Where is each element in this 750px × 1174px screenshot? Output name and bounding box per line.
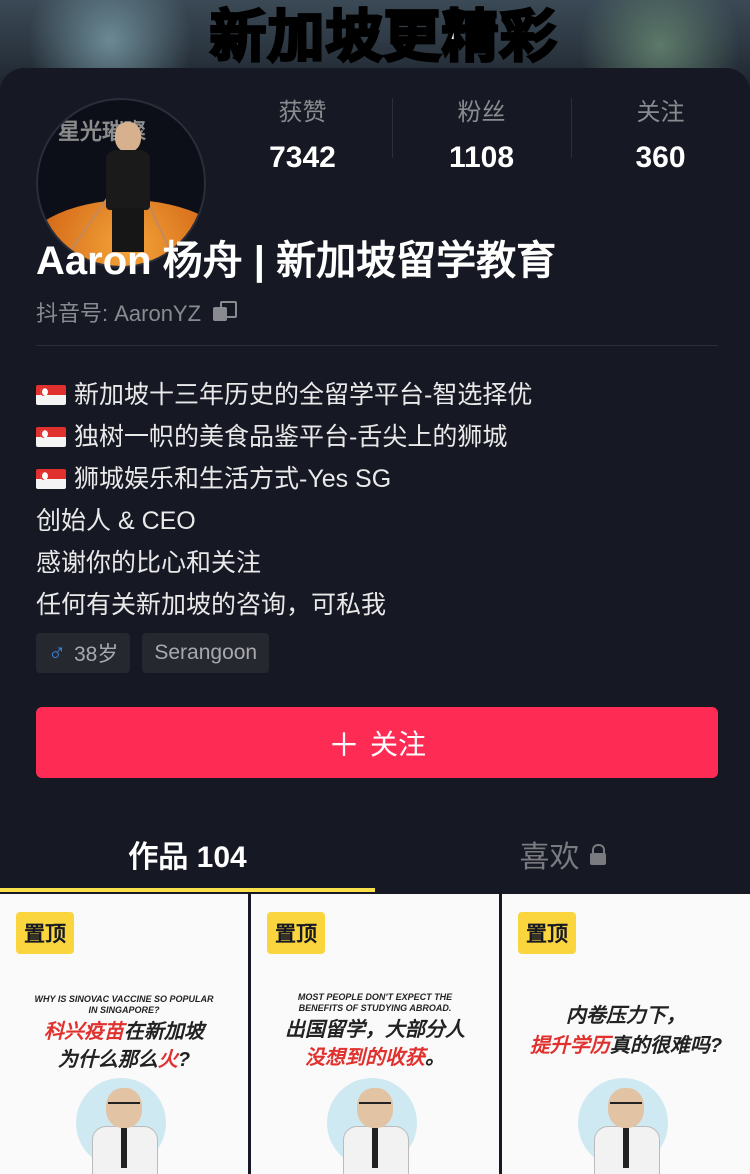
video-subtitle-en: WHY IS SINOVAC VACCINE SO POPULAR IN SIN…	[34, 994, 214, 1015]
stat-label: 粉丝	[457, 99, 506, 126]
pinned-badge: 置顶	[518, 912, 576, 954]
bio-line: 创始人 & CEO	[36, 507, 196, 535]
stat-likes[interactable]: 获赞 7342	[213, 90, 392, 190]
follow-label: 关注	[370, 728, 427, 760]
pinned-badge: 置顶	[267, 912, 325, 954]
stat-following[interactable]: 关注 360	[571, 90, 750, 190]
stat-label: 关注	[636, 99, 685, 126]
profile-bio: 新加坡十三年历史的全留学平台-智选择优 独树一帜的美食品鉴平台-舌尖上的狮城 狮…	[36, 374, 726, 626]
video-thumbnail[interactable]: 置顶 WHY IS SINOVAC VACCINE SO POPULAR IN …	[0, 894, 248, 1174]
pinned-badge: 置顶	[16, 912, 74, 954]
video-grid: 置顶 WHY IS SINOVAC VACCINE SO POPULAR IN …	[0, 894, 750, 1174]
profile-name: Aaron 杨舟 | 新加坡留学教育	[36, 239, 557, 283]
video-title-line: 提升学历真的很难吗?	[529, 1035, 723, 1057]
presenter-image	[327, 1078, 417, 1174]
singapore-flag-icon	[36, 469, 66, 489]
video-title-line: 科兴疫苗在新加坡	[44, 1021, 204, 1043]
presenter-image	[578, 1078, 668, 1174]
tab-works[interactable]: 作品 104	[0, 816, 375, 892]
bio-line: 独树一帜的美食品鉴平台-舌尖上的狮城	[36, 416, 726, 458]
handle-text: 抖音号: AaronYZ	[36, 301, 202, 326]
presenter-image	[76, 1078, 166, 1174]
profile-tags: ♂ 38岁 Serangoon	[36, 633, 270, 673]
profile-card: 星光璀璨 获赞 7342 粉丝 1108 关注 360 Aaron 杨舟 | 新…	[0, 68, 750, 1174]
video-title-line: 出国留学，大部分人	[285, 1019, 465, 1041]
video-title-line: 没想到的收获。	[305, 1047, 445, 1069]
stat-value: 360	[635, 141, 686, 174]
divider	[36, 345, 718, 346]
stat-value: 1108	[448, 141, 515, 174]
stat-value: 7342	[269, 141, 336, 174]
singapore-flag-icon	[36, 385, 66, 405]
bio-line: 任何有关新加坡的咨询，可私我	[36, 591, 387, 619]
video-subtitle-en: MOST PEOPLE DON'T EXPECT THE BENEFITS OF…	[297, 992, 453, 1013]
cover-title-text: 新加坡更精彩	[209, 5, 558, 70]
video-title-line: 为什么那么火?	[57, 1049, 191, 1071]
video-thumbnail[interactable]: 置顶 内卷压力下， 提升学历真的很难吗?	[502, 894, 750, 1174]
video-thumbnail[interactable]: 置顶 MOST PEOPLE DON'T EXPECT THE BENEFITS…	[251, 894, 499, 1174]
bio-line: 新加坡十三年历史的全留学平台-智选择优	[36, 374, 726, 416]
location-tag[interactable]: Serangoon	[142, 633, 270, 673]
tab-likes[interactable]: 喜欢	[375, 816, 750, 892]
age-tag: ♂ 38岁	[36, 633, 131, 673]
profile-tabs: 作品 104 喜欢	[0, 816, 750, 892]
plus-icon: ＋	[327, 726, 360, 763]
profile-stats: 获赞 7342 粉丝 1108 关注 360	[213, 90, 750, 190]
bio-line: 感谢你的比心和关注	[36, 549, 262, 577]
bio-line: 狮城娱乐和生活方式-Yes SG	[36, 458, 726, 500]
profile-handle: 抖音号: AaronYZ	[36, 296, 238, 328]
copy-icon[interactable]	[213, 301, 238, 323]
lock-icon	[589, 844, 606, 865]
video-title-line: 内卷压力下，	[566, 1005, 686, 1027]
male-gender-icon: ♂	[48, 639, 66, 666]
follow-button[interactable]: ＋ 关注	[36, 707, 718, 778]
singapore-flag-icon	[36, 427, 66, 447]
stat-followers[interactable]: 粉丝 1108	[392, 90, 571, 190]
stat-label: 获赞	[278, 99, 327, 126]
